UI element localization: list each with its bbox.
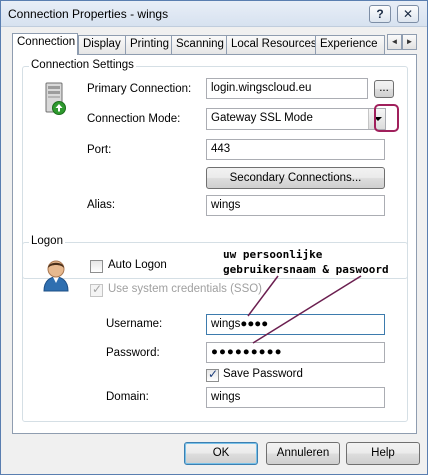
connection-tab-panel: Connection Settings Primary Connection: … [12, 54, 417, 434]
port-input[interactable]: 443 [206, 139, 385, 160]
tab-connection[interactable]: Connection [12, 33, 78, 55]
primary-connection-input[interactable]: login.wingscloud.eu [206, 78, 368, 99]
port-label: Port: [87, 144, 112, 156]
secondary-connections-button[interactable]: Secondary Connections... [206, 167, 385, 189]
title-bar[interactable]: Connection Properties - wings ? ✕ [1, 1, 427, 27]
logon-group: Logon Auto Logon Use system credentials … [22, 235, 408, 422]
ok-button[interactable]: OK [184, 442, 258, 465]
tab-printing[interactable]: Printing [125, 35, 177, 54]
tab-strip: Connection Display Printing Scanning Loc… [12, 33, 417, 55]
alias-input[interactable]: wings [206, 195, 385, 216]
cancel-button[interactable]: Annuleren [266, 442, 340, 465]
tab-local-resources[interactable]: Local Resources [226, 35, 317, 54]
window-title: Connection Properties - wings [8, 7, 169, 21]
server-icon [45, 82, 66, 115]
tab-scroll-right-icon[interactable]: ► [402, 34, 417, 50]
help-title-button[interactable]: ? [369, 5, 391, 23]
annotation-pointer-lines [247, 275, 362, 344]
help-button[interactable]: Help [346, 442, 420, 465]
dropdown-highlight-annotation [374, 104, 399, 132]
connection-properties-window: Connection Properties - wings ? ✕ Connec… [0, 0, 428, 475]
tab-experience[interactable]: Experience [315, 35, 385, 54]
tab-scanning[interactable]: Scanning [171, 35, 228, 54]
tab-scroll-left-icon[interactable]: ◄ [387, 34, 402, 50]
close-icon: ✕ [402, 7, 414, 21]
browse-button[interactable]: ... [374, 80, 394, 98]
close-button[interactable]: ✕ [397, 5, 419, 23]
connection-mode-select[interactable]: Gateway SSL Mode [206, 108, 386, 130]
help-icon: ? [376, 7, 384, 21]
connection-settings-legend: Connection Settings [29, 59, 136, 71]
connection-mode-value: Gateway SSL Mode [211, 112, 313, 124]
alias-label: Alias: [87, 199, 116, 211]
primary-connection-label: Primary Connection: [87, 83, 192, 95]
connection-mode-label: Connection Mode: [87, 113, 181, 125]
